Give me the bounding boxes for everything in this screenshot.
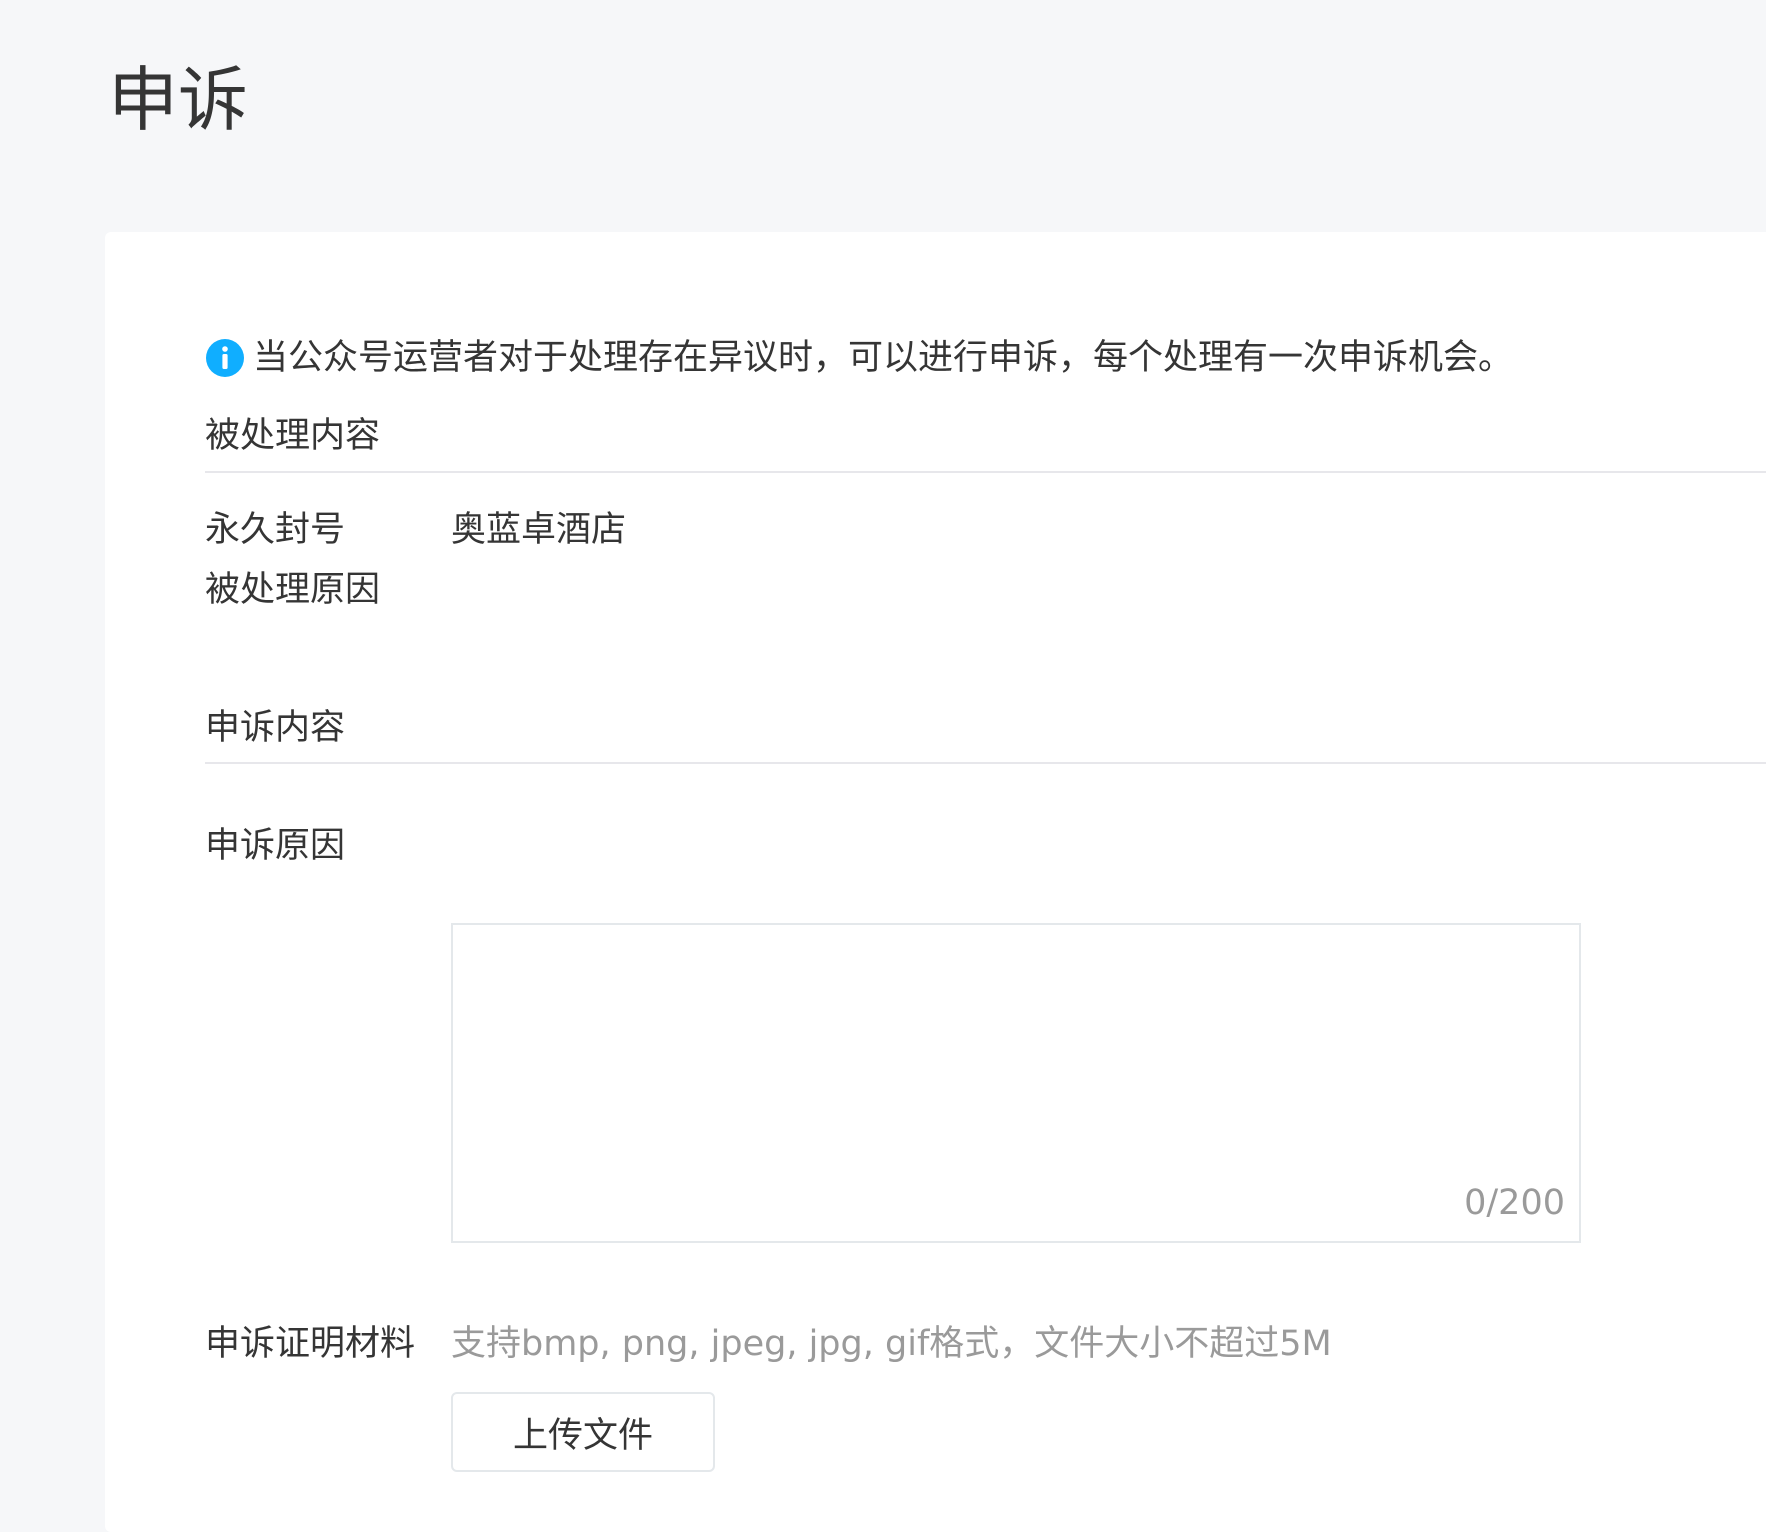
appeal-reason-field: 0/200 (451, 923, 1581, 1243)
appeal-card: 当公众号运营者对于处理存在异议时，可以进行申诉，每个处理有一次申诉机会。 被处理… (105, 232, 1766, 1532)
upload-file-button[interactable]: 上传文件 (451, 1392, 715, 1472)
info-notice: 当公众号运营者对于处理存在异议时，可以进行申诉，每个处理有一次申诉机会。 (205, 336, 1513, 380)
page-title: 申诉 (108, 59, 248, 141)
processed-content-title: 被处理内容 (205, 416, 381, 456)
info-icon (206, 339, 244, 377)
account-name-value: 奥蓝卓酒店 (451, 510, 627, 550)
evidence-label: 申诉证明材料 (205, 1324, 416, 1364)
penalty-type-label: 永久封号 (205, 510, 346, 550)
character-counter: 0/200 (1464, 1183, 1565, 1223)
appeal-content-title: 申诉内容 (205, 708, 346, 748)
notice-text: 当公众号运营者对于处理存在异议时，可以进行申诉，每个处理有一次申诉机会。 (253, 338, 1514, 378)
section-divider (205, 762, 1766, 764)
appeal-reason-input[interactable] (453, 925, 1579, 1241)
evidence-hint: 支持bmp, png, jpeg, jpg, gif格式，文件大小不超过5M (451, 1324, 1332, 1364)
appeal-reason-label: 申诉原因 (205, 826, 346, 866)
processed-reason-label: 被处理原因 (205, 570, 381, 610)
section-divider (205, 471, 1766, 473)
